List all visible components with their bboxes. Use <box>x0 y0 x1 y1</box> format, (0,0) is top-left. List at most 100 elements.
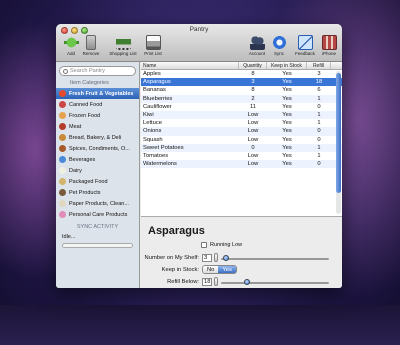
cell-refill: 0 <box>317 103 321 110</box>
column-header-name[interactable]: Name <box>141 62 239 69</box>
toolbar: Pantry Add Remove Shopping List Print Li… <box>56 24 342 62</box>
table-row[interactable]: Bananas 8 Yes 6 <box>141 86 342 94</box>
column-header-quantity[interactable]: Quantity <box>239 62 267 69</box>
account-label: Account <box>248 51 266 56</box>
shopping-list-button[interactable]: Shopping List <box>106 35 140 56</box>
add-icon <box>63 35 79 50</box>
category-label: Pet Products <box>69 189 101 196</box>
table-row[interactable]: Sweet Potatoes 0 Yes 1 <box>141 143 342 152</box>
cell-quantity: 8 <box>251 71 255 77</box>
category-label: Spices, Condiments, O... <box>69 145 130 152</box>
column-header-refill[interactable]: Refill <box>307 62 331 69</box>
sidebar-category-item[interactable]: Fresh Fruit & Vegetables <box>56 88 139 99</box>
sidebar-category-item[interactable]: Canned Food <box>56 99 139 110</box>
table-row[interactable]: Apples 8 Yes 3 <box>141 70 342 78</box>
print-list-button[interactable]: Print List <box>140 35 166 56</box>
window-title: Pantry <box>189 26 209 33</box>
refill-slider-track[interactable] <box>221 282 329 284</box>
category-icon <box>59 189 66 196</box>
sidebar-category-item[interactable]: Paper Products, Clean... <box>56 198 139 209</box>
table-row[interactable]: Squash Low Yes 0 <box>141 136 342 144</box>
trash-icon <box>86 35 96 50</box>
table-body: Apples 8 Yes 3 Asparagus 3 Yes 18 Bananas 8 Yes 6 Bl… <box>141 70 342 169</box>
sidebar-category-item[interactable]: Dairy <box>56 165 139 176</box>
scrollbar-thumb[interactable] <box>336 73 341 193</box>
table-row[interactable]: Lettuce Low Yes 1 <box>141 119 342 127</box>
iphone-button[interactable]: iPhone <box>316 35 342 56</box>
table-row[interactable]: Watermelons Low Yes 0 <box>141 160 342 169</box>
sync-button[interactable]: Sync <box>266 35 292 56</box>
table-header: Name Quantity Keep in Stock Refill <box>141 62 342 70</box>
cell-quantity: Low <box>247 152 259 159</box>
sidebar: Search Pantry Item Categories Fresh Frui… <box>56 62 140 288</box>
shelf-value-field[interactable]: 3 <box>202 254 212 262</box>
category-label: Canned Food <box>69 101 103 108</box>
sidebar-category-item[interactable]: Beverages <box>56 154 139 165</box>
refill-value-field[interactable]: 18 <box>202 278 212 286</box>
column-header-keep-in-stock[interactable]: Keep in Stock <box>267 62 307 69</box>
keep-in-stock-label: Keep in Stock: <box>161 267 199 273</box>
table-row[interactable]: Asparagus 3 Yes 18 <box>141 78 342 87</box>
shelf-slider-track[interactable] <box>221 258 329 260</box>
cell-quantity: Low <box>247 161 259 168</box>
keep-yes-segment[interactable]: Yes <box>218 266 236 273</box>
sidebar-category-item[interactable]: Bread, Bakery, & Deli <box>56 132 139 143</box>
cell-refill: 0 <box>317 161 321 168</box>
sidebar-category-item[interactable]: Pet Products <box>56 187 139 198</box>
refill-slider-knob[interactable] <box>244 279 250 285</box>
cell-name: Kiwi <box>143 111 154 118</box>
item-detail: Asparagus Running Low Number on My Shelf… <box>141 218 342 288</box>
shelf-label: Number on My Shelf: <box>144 255 199 261</box>
category-label: Paper Products, Clean... <box>69 200 129 207</box>
cell-refill: 0 <box>317 128 321 135</box>
pantry-window: Pantry Add Remove Shopping List Print Li… <box>56 24 342 288</box>
category-icon <box>59 211 66 218</box>
checkbox-box <box>201 242 207 248</box>
sidebar-category-item[interactable]: Frozen Food <box>56 110 139 121</box>
cell-name: Onions <box>143 128 162 135</box>
category-icon <box>59 145 66 152</box>
sidebar-category-item[interactable]: Packaged Food <box>56 176 139 187</box>
cell-refill: 3 <box>317 71 321 77</box>
category-icon <box>59 123 66 130</box>
table-row[interactable]: Blueberries 2 Yes 1 <box>141 94 342 103</box>
category-icon <box>59 90 66 97</box>
sidebar-category-item[interactable]: Spices, Condiments, O... <box>56 143 139 154</box>
feedback-button[interactable]: Feedback <box>292 35 318 56</box>
table-row[interactable]: Onions Low Yes 0 <box>141 127 342 136</box>
category-label: Beverages <box>69 156 96 163</box>
running-low-label: Running Low <box>210 242 243 248</box>
main-pane: Name Quantity Keep in Stock Refill Apple… <box>141 62 342 288</box>
table-row[interactable]: Kiwi Low Yes 1 <box>141 110 342 120</box>
table-scrollbar[interactable] <box>336 71 341 214</box>
sidebar-category-item[interactable]: Personal Care Products <box>56 209 139 220</box>
table-row[interactable]: Tomatoes Low Yes 1 <box>141 152 342 160</box>
cell-keep-in-stock: Yes <box>282 79 292 86</box>
sync-status: Idle... <box>62 234 76 240</box>
cell-keep-in-stock: Yes <box>282 152 292 159</box>
remove-button[interactable]: Remove <box>78 35 104 56</box>
keep-no-segment[interactable]: No <box>203 266 219 273</box>
category-icon <box>59 178 66 185</box>
category-icon <box>59 101 66 108</box>
category-label: Fresh Fruit & Vegetables <box>69 90 134 97</box>
search-field[interactable]: Search Pantry <box>59 66 136 76</box>
sidebar-category-item[interactable]: Meat <box>56 121 139 132</box>
shelf-slider-knob[interactable] <box>223 255 229 261</box>
cell-keep-in-stock: Yes <box>282 95 292 102</box>
cell-keep-in-stock: Yes <box>282 161 292 168</box>
cell-refill: 18 <box>315 79 323 86</box>
category-icon <box>59 112 66 119</box>
account-icon <box>249 35 265 50</box>
cell-quantity: Low <box>247 136 259 143</box>
sync-icon <box>271 35 287 50</box>
cell-name: Apples <box>143 71 161 77</box>
running-low-checkbox[interactable]: Running Low <box>201 242 242 248</box>
refill-stepper[interactable] <box>214 277 218 286</box>
wallpaper-floor <box>0 305 400 345</box>
cell-quantity: 11 <box>249 103 257 110</box>
shelf-stepper[interactable] <box>214 253 218 262</box>
category-label: Frozen Food <box>69 112 101 119</box>
table-row[interactable]: Cauliflower 11 Yes 0 <box>141 103 342 111</box>
print-list-label: Print List <box>144 51 162 56</box>
